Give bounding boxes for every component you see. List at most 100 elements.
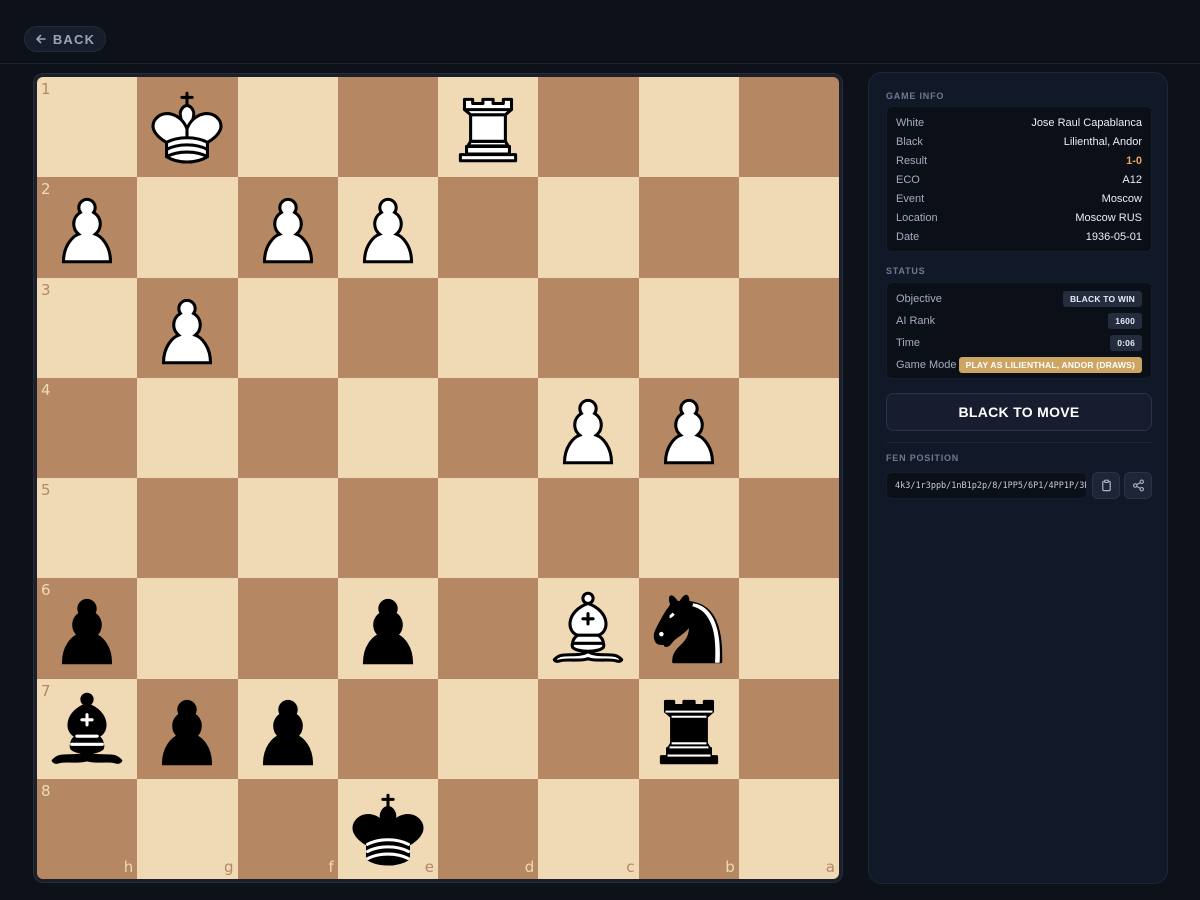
square-g1[interactable]	[137, 77, 238, 178]
square-e5[interactable]	[337, 478, 438, 579]
square-f6[interactable]	[237, 578, 338, 679]
square-e4[interactable]	[337, 377, 438, 478]
fen-field[interactable]: 4k3/1r3ppb/1nB1p2p/8/1PP5/6P1/4PP1P/3R2K…	[886, 472, 1087, 499]
square-d4[interactable]	[438, 377, 539, 478]
game-info-box: White Jose Raul Capablanca Black Lilienthal…	[886, 106, 1152, 252]
share-button[interactable]	[1124, 472, 1152, 499]
square-a5[interactable]	[738, 478, 839, 579]
white-pawn-icon[interactable]	[242, 181, 334, 273]
square-g6[interactable]	[137, 578, 238, 679]
square-f3[interactable]	[237, 277, 338, 378]
square-c7[interactable]	[538, 678, 639, 779]
rank-label: 5	[41, 481, 51, 499]
chess-board[interactable]: 1 234 5 6 7 8 h g f e d c b a	[37, 77, 839, 879]
square-e7[interactable]	[337, 678, 438, 779]
square-c8[interactable]: c	[538, 778, 639, 879]
square-h5[interactable]: 5	[37, 478, 138, 579]
square-h8[interactable]: 8h	[37, 778, 138, 879]
black-pawn-icon[interactable]	[41, 582, 133, 674]
square-h2[interactable]: 2	[37, 177, 138, 278]
square-c2[interactable]	[538, 177, 639, 278]
white-pawn-icon[interactable]	[643, 382, 735, 474]
square-h3[interactable]: 3	[37, 277, 138, 378]
square-f5[interactable]	[237, 478, 338, 579]
square-d6[interactable]	[438, 578, 539, 679]
black-to-move-button[interactable]: BLACK TO MOVE	[886, 393, 1152, 431]
square-b2[interactable]	[638, 177, 739, 278]
square-e3[interactable]	[337, 277, 438, 378]
file-label: g	[223, 858, 234, 876]
square-b6[interactable]	[638, 578, 739, 679]
square-e1[interactable]	[337, 77, 438, 178]
black-king-icon[interactable]	[342, 783, 434, 875]
square-h4[interactable]: 4	[37, 377, 138, 478]
square-b5[interactable]	[638, 478, 739, 579]
white-pawn-icon[interactable]	[141, 282, 233, 374]
clipboard-icon	[1101, 479, 1111, 492]
square-c6[interactable]	[538, 578, 639, 679]
square-c4[interactable]	[538, 377, 639, 478]
square-f7[interactable]	[237, 678, 338, 779]
square-g5[interactable]	[137, 478, 238, 579]
square-g7[interactable]	[137, 678, 238, 779]
square-e6[interactable]	[337, 578, 438, 679]
square-c3[interactable]	[538, 277, 639, 378]
square-d1[interactable]	[438, 77, 539, 178]
square-g2[interactable]	[137, 177, 238, 278]
copy-fen-button[interactable]	[1092, 472, 1120, 499]
square-d3[interactable]	[438, 277, 539, 378]
rank-label: 1	[41, 80, 51, 98]
square-h1[interactable]: 1	[37, 77, 138, 178]
square-a3[interactable]	[738, 277, 839, 378]
black-pawn-icon[interactable]	[242, 683, 334, 775]
square-d5[interactable]	[438, 478, 539, 579]
status-title: STATUS	[886, 266, 926, 276]
square-a4[interactable]	[738, 377, 839, 478]
game-info-value: Lilienthal, Andor	[1063, 135, 1142, 148]
white-pawn-icon[interactable]	[542, 382, 634, 474]
back-button[interactable]: BACK	[24, 26, 106, 52]
square-e2[interactable]	[337, 177, 438, 278]
square-f2[interactable]	[237, 177, 338, 278]
square-f1[interactable]	[237, 77, 338, 178]
square-b7[interactable]	[638, 678, 739, 779]
square-a7[interactable]	[738, 678, 839, 779]
square-f4[interactable]	[237, 377, 338, 478]
white-pawn-icon[interactable]	[41, 181, 133, 273]
square-a2[interactable]	[738, 177, 839, 278]
white-king-icon[interactable]	[141, 81, 233, 173]
square-g4[interactable]	[137, 377, 238, 478]
square-b8[interactable]: b	[638, 778, 739, 879]
square-c1[interactable]	[538, 77, 639, 178]
square-d8[interactable]: d	[438, 778, 539, 879]
square-g8[interactable]: g	[137, 778, 238, 879]
square-d2[interactable]	[438, 177, 539, 278]
square-c5[interactable]	[538, 478, 639, 579]
square-b4[interactable]	[638, 377, 739, 478]
square-a6[interactable]	[738, 578, 839, 679]
square-h7[interactable]: 7	[37, 678, 138, 779]
black-pawn-icon[interactable]	[342, 582, 434, 674]
status-badge: 0:06	[1110, 334, 1142, 351]
square-e8[interactable]: e	[337, 778, 438, 879]
arrow-left-icon	[36, 34, 46, 44]
square-h6[interactable]: 6	[37, 578, 138, 679]
square-f8[interactable]: f	[237, 778, 338, 879]
white-pawn-icon[interactable]	[342, 181, 434, 273]
square-a8[interactable]: a	[738, 778, 839, 879]
square-b1[interactable]	[638, 77, 739, 178]
black-pawn-icon[interactable]	[141, 683, 233, 775]
black-bishop-icon[interactable]	[41, 683, 133, 775]
status-badge: BLACK TO WIN	[1062, 290, 1142, 307]
rank-label: 6	[41, 581, 51, 600]
square-d7[interactable]	[438, 678, 539, 779]
black-rook-icon[interactable]	[643, 683, 735, 775]
square-g3[interactable]	[137, 277, 238, 378]
divider	[886, 442, 1152, 443]
white-bishop-icon[interactable]	[542, 582, 634, 674]
square-a1[interactable]	[738, 77, 839, 178]
white-rook-icon[interactable]	[442, 81, 534, 173]
square-b3[interactable]	[638, 277, 739, 378]
black-knight-icon[interactable]	[643, 582, 735, 674]
game-info-key: ECO	[896, 173, 920, 186]
